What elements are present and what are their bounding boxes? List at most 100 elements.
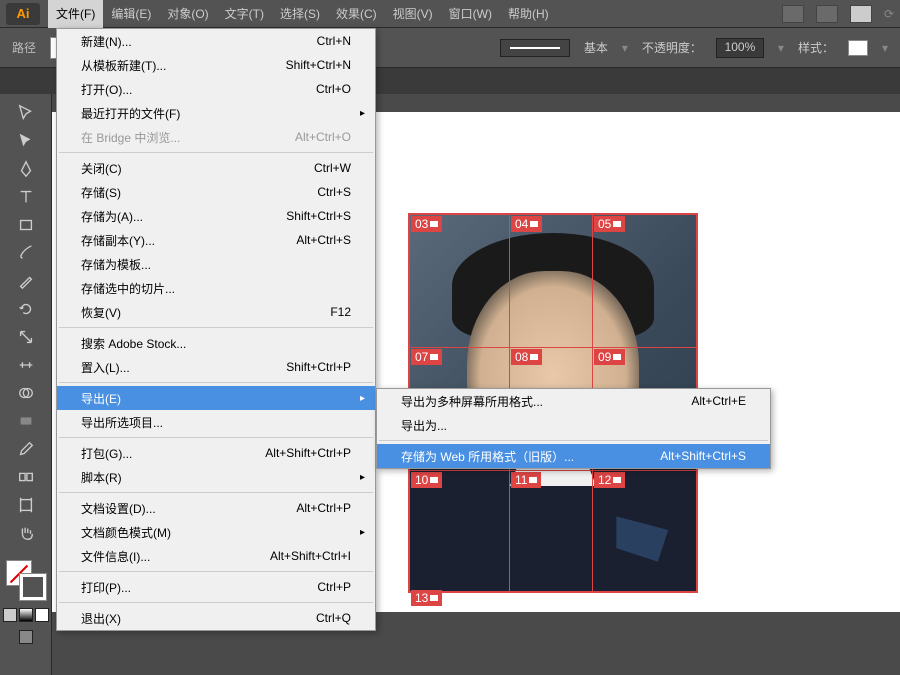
- menu-window[interactable]: 窗口(W): [441, 0, 500, 28]
- menu-label: 打包(G)...: [81, 445, 132, 462]
- artboard-tool[interactable]: [13, 492, 39, 518]
- stock-icon[interactable]: [816, 5, 838, 23]
- file-menu-item-8[interactable]: 存储为(A)...Shift+Ctrl+S: [57, 204, 375, 228]
- menu-label: 文档设置(D)...: [81, 500, 156, 517]
- menu-label: 存储选中的切片...: [81, 280, 175, 297]
- bridge-icon[interactable]: [782, 5, 804, 23]
- stroke-indicator[interactable]: [20, 574, 46, 600]
- color-mode-gradient[interactable]: [19, 608, 33, 622]
- pencil-tool[interactable]: [13, 268, 39, 294]
- menu-label: 新建(N)...: [81, 33, 132, 50]
- width-tool[interactable]: [13, 352, 39, 378]
- menu-help[interactable]: 帮助(H): [500, 0, 557, 28]
- scale-tool[interactable]: [13, 324, 39, 350]
- menu-file[interactable]: 文件(F): [48, 0, 103, 28]
- menu-label: 文件信息(I)...: [81, 548, 150, 565]
- menu-effect[interactable]: 效果(C): [328, 0, 385, 28]
- file-menu-item-3[interactable]: 最近打开的文件(F)▸: [57, 101, 375, 125]
- menu-shortcut: Ctrl+P: [317, 580, 351, 594]
- menu-label: 文档颜色模式(M): [81, 524, 171, 541]
- slice-04: 04: [511, 216, 542, 232]
- menu-shortcut: Alt+Ctrl+S: [296, 233, 351, 247]
- menu-shortcut: Alt+Shift+Ctrl+I: [270, 549, 351, 563]
- file-menu-item-21[interactable]: 脚本(R)▸: [57, 465, 375, 489]
- menu-shortcut: Shift+Ctrl+P: [286, 360, 351, 374]
- menu-label: 存储(S): [81, 184, 121, 201]
- gradient-tool[interactable]: [13, 408, 39, 434]
- fill-stroke-indicator[interactable]: [6, 560, 46, 600]
- file-menu-item-24[interactable]: 文档颜色模式(M) ▸: [57, 520, 375, 544]
- file-menu-item-17[interactable]: 导出(E)▸: [57, 386, 375, 410]
- file-menu-dropdown: 新建(N)... Ctrl+N 从模板新建(T)...Shift+Ctrl+N打开(…: [56, 28, 376, 631]
- rectangle-tool[interactable]: [13, 212, 39, 238]
- slice-10: 10: [411, 472, 442, 488]
- file-menu-item-7[interactable]: 存储(S)Ctrl+S: [57, 180, 375, 204]
- color-mode-normal[interactable]: [3, 608, 17, 622]
- file-menu-item-9[interactable]: 存储副本(Y)...Alt+Ctrl+S: [57, 228, 375, 252]
- shape-builder-tool[interactable]: [13, 380, 39, 406]
- sync-icon[interactable]: ⟳: [884, 7, 894, 21]
- file-menu-item-12[interactable]: 恢复(V)F12: [57, 300, 375, 324]
- menu-label: 导出(E): [81, 390, 121, 407]
- file-menu-item-1[interactable]: 从模板新建(T)...Shift+Ctrl+N: [57, 53, 375, 77]
- menu-label: 最近打开的文件(F): [81, 105, 180, 122]
- menu-shortcut: Alt+Ctrl+P: [296, 501, 351, 515]
- type-tool[interactable]: [13, 184, 39, 210]
- paintbrush-tool[interactable]: [13, 240, 39, 266]
- file-menu-item-18[interactable]: 导出所选项目...: [57, 410, 375, 434]
- file-menu-item-14[interactable]: 搜索 Adobe Stock...: [57, 331, 375, 355]
- rotate-tool[interactable]: [13, 296, 39, 322]
- toolbox: [0, 94, 52, 675]
- menu-edit[interactable]: 编辑(E): [103, 0, 159, 28]
- export-submenu: 导出为多种屏幕所用格式... Alt+Ctrl+E 导出为... 存储为 Web 所用…: [376, 388, 771, 469]
- opacity-label: 不透明度：: [642, 39, 702, 56]
- basic-label: 基本: [584, 39, 608, 56]
- export-submenu-item-0[interactable]: 导出为多种屏幕所用格式... Alt+Ctrl+E: [377, 389, 770, 413]
- file-menu-item-10[interactable]: 存储为模板...: [57, 252, 375, 276]
- color-mode-none[interactable]: [35, 608, 49, 622]
- menu-select[interactable]: 选择(S): [272, 0, 328, 28]
- eyedropper-tool[interactable]: [13, 436, 39, 462]
- app-logo: Ai: [6, 3, 40, 25]
- file-menu-item-15[interactable]: 置入(L)... Shift+Ctrl+P: [57, 355, 375, 379]
- pen-tool[interactable]: [13, 156, 39, 182]
- menu-label: 退出(X): [81, 610, 121, 627]
- file-menu-item-0[interactable]: 新建(N)... Ctrl+N: [57, 29, 375, 53]
- file-menu-item-27[interactable]: 打印(P)...Ctrl+P: [57, 575, 375, 599]
- blend-tool[interactable]: [13, 464, 39, 490]
- menu-label: 置入(L)...: [81, 359, 130, 376]
- menu-shortcut: Ctrl+N: [317, 34, 351, 48]
- stroke-style[interactable]: [500, 39, 570, 57]
- file-menu-item-20[interactable]: 打包(G)...Alt+Shift+Ctrl+P: [57, 441, 375, 465]
- path-label: 路径: [12, 39, 36, 56]
- direct-selection-tool[interactable]: [13, 128, 39, 154]
- file-menu-item-23[interactable]: 文档设置(D)... Alt+Ctrl+P: [57, 496, 375, 520]
- file-menu-item-11[interactable]: 存储选中的切片...: [57, 276, 375, 300]
- menu-type[interactable]: 文字(T): [217, 0, 272, 28]
- arrange-icon[interactable]: [850, 5, 872, 23]
- menu-object[interactable]: 对象(O): [159, 0, 216, 28]
- opacity-input[interactable]: 100%: [716, 38, 764, 58]
- menu-shortcut: Alt+Ctrl+E: [691, 394, 746, 408]
- export-submenu-item-3[interactable]: 存储为 Web 所用格式（旧版）...Alt+Shift+Ctrl+S: [377, 444, 770, 468]
- file-menu-item-6[interactable]: 关闭(C)Ctrl+W: [57, 156, 375, 180]
- submenu-arrow-icon: ▸: [360, 527, 365, 538]
- menu-label: 导出为...: [401, 417, 447, 434]
- menu-view[interactable]: 视图(V): [385, 0, 441, 28]
- menu-label: 存储为(A)...: [81, 208, 143, 225]
- screen-mode[interactable]: [19, 630, 33, 644]
- file-menu-item-29[interactable]: 退出(X)Ctrl+Q: [57, 606, 375, 630]
- export-submenu-item-1[interactable]: 导出为...: [377, 413, 770, 437]
- hand-tool[interactable]: [13, 520, 39, 546]
- menu-label: 搜索 Adobe Stock...: [81, 335, 186, 352]
- style-label: 样式：: [798, 39, 834, 56]
- menu-shortcut: Ctrl+W: [314, 161, 351, 175]
- slice-07: 07: [411, 349, 442, 365]
- file-menu-item-2[interactable]: 打开(O)...Ctrl+O: [57, 77, 375, 101]
- menu-label: 存储为 Web 所用格式（旧版）...: [401, 448, 574, 465]
- menu-shortcut: F12: [330, 305, 351, 319]
- style-swatch[interactable]: [848, 40, 868, 56]
- menu-label: 导出为多种屏幕所用格式...: [401, 393, 543, 410]
- selection-tool[interactable]: [13, 100, 39, 126]
- file-menu-item-25[interactable]: 文件信息(I)... Alt+Shift+Ctrl+I: [57, 544, 375, 568]
